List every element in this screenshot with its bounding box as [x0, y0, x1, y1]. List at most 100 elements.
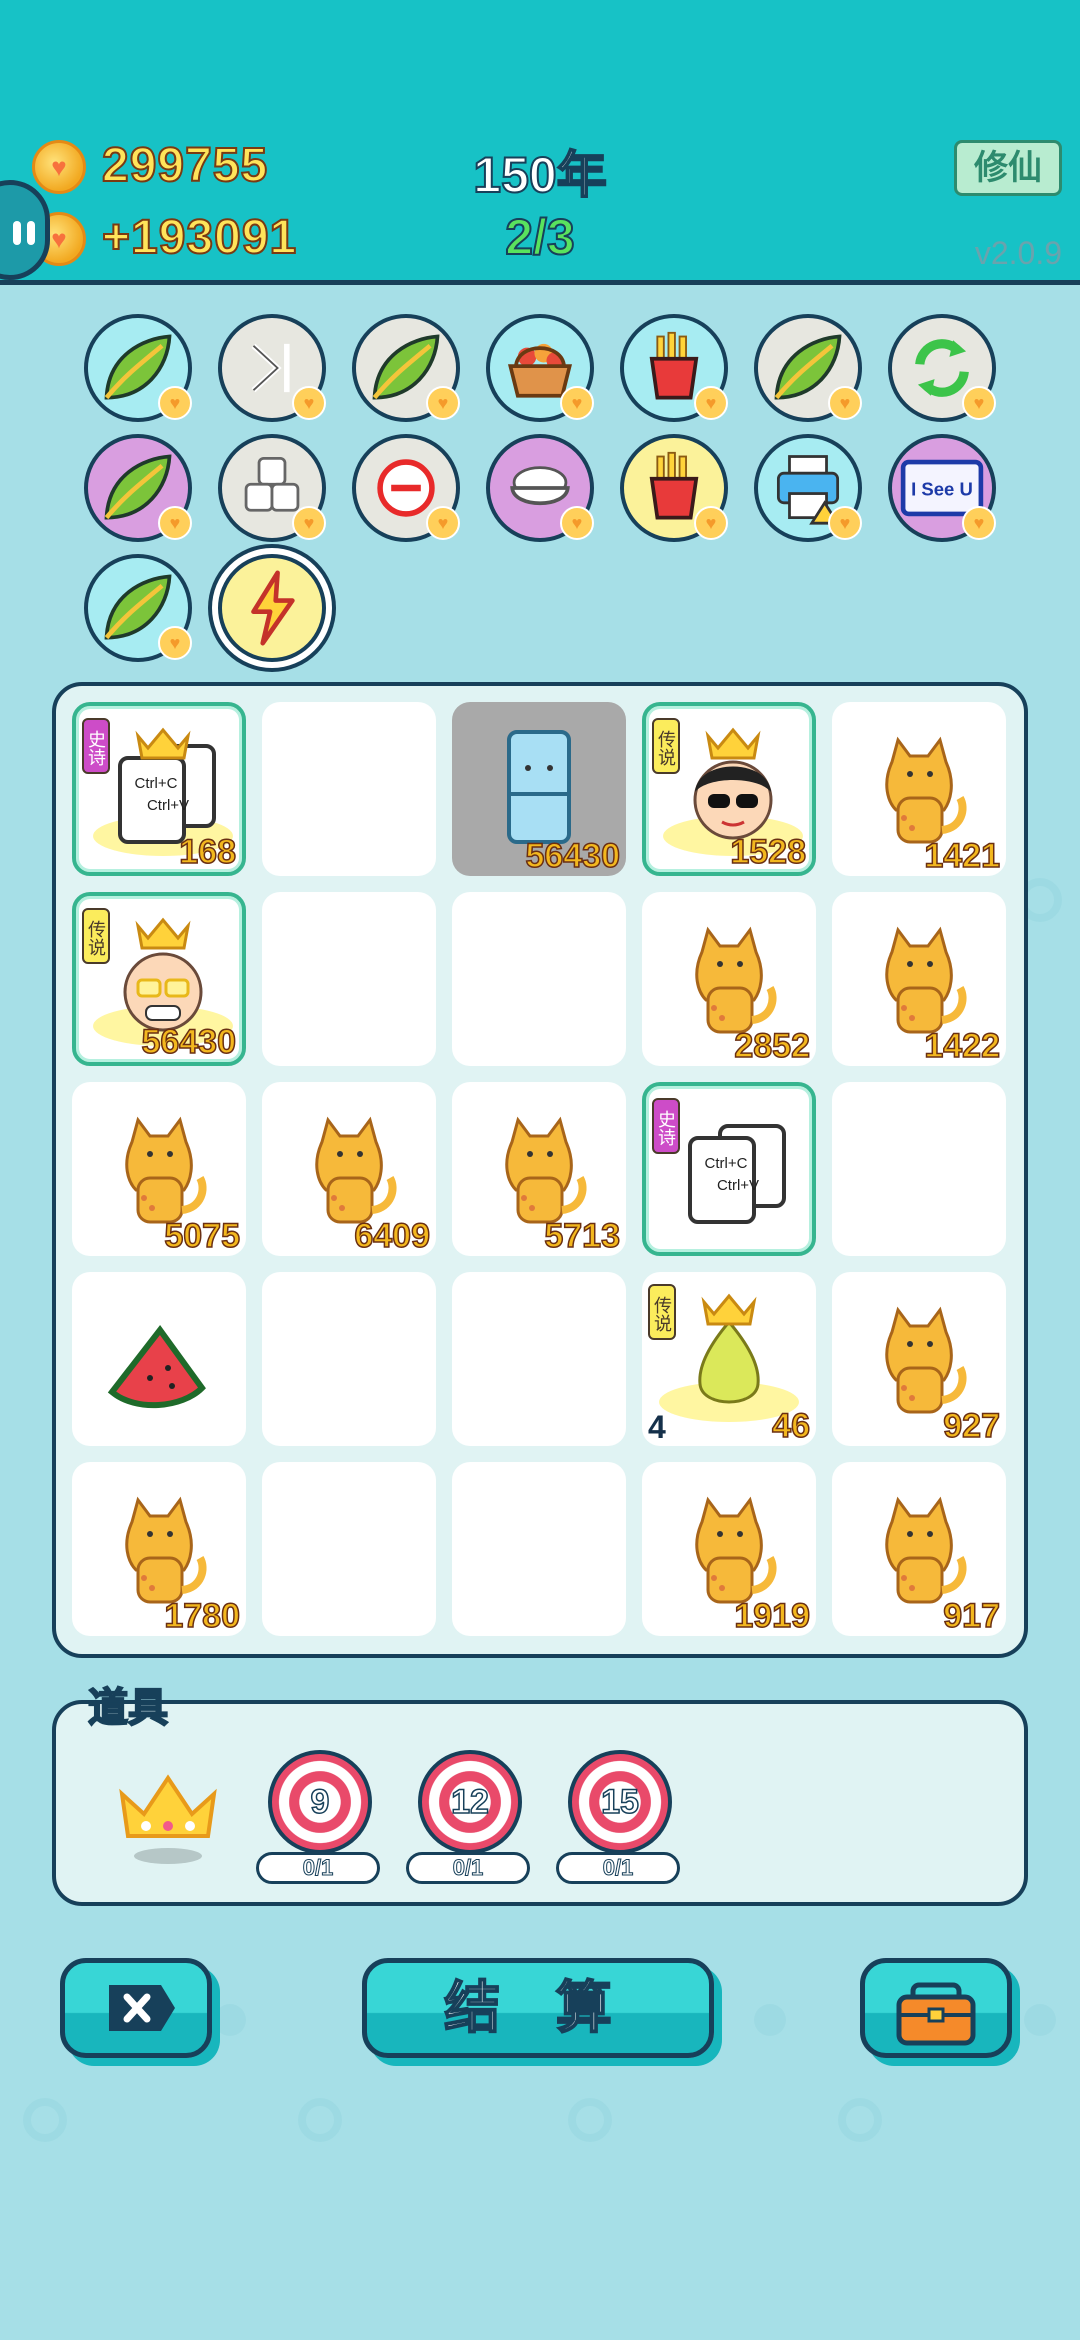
target-icon[interactable]: 9: [268, 1750, 372, 1854]
board-cell-cat[interactable]: 1422: [832, 892, 1006, 1066]
relic-rice-bowl-icon[interactable]: ♥: [486, 434, 594, 542]
heart-badge-icon: ♥: [292, 506, 326, 540]
heart-badge-icon: ♥: [828, 506, 862, 540]
cultivate-button[interactable]: 修仙: [954, 140, 1062, 196]
relic-lightning-icon[interactable]: [218, 554, 326, 662]
board-cell-pear[interactable]: 传说 46 4: [642, 1272, 816, 1446]
board-cell-cat[interactable]: 6409: [262, 1082, 436, 1256]
board-cell-cat[interactable]: 1421: [832, 702, 1006, 876]
board-cell-cat[interactable]: 5075: [72, 1082, 246, 1256]
relic-cubes-icon[interactable]: ♥: [218, 434, 326, 542]
heart-badge-icon: ♥: [828, 386, 862, 420]
cell-value: 927: [943, 1406, 1001, 1446]
cell-value: 56430: [141, 1022, 237, 1062]
close-icon: [109, 1985, 175, 2031]
version-label: v2.0.9: [974, 235, 1062, 271]
cell-value: 46: [771, 1406, 810, 1446]
relic-fries-icon[interactable]: ♥: [620, 314, 728, 422]
board-cell-old-man[interactable]: 传说 56430: [72, 892, 246, 1066]
cell-value: 5713: [544, 1216, 621, 1256]
svg-text:Ctrl+V: Ctrl+V: [147, 797, 189, 814]
relic-leaf-icon[interactable]: ♥: [754, 314, 862, 422]
board-cell-cat[interactable]: 1919: [642, 1462, 816, 1636]
board-cell-cat[interactable]: 1780: [72, 1462, 246, 1636]
cell-value: 917: [943, 1596, 1001, 1636]
target-value: 9: [310, 1782, 330, 1822]
board-cell-empty[interactable]: [452, 1462, 626, 1636]
top-bar: ♥ 299755 ♥ +193091 150年 2/3 修仙 v2.0.9: [0, 0, 1080, 285]
cell-value: 2852: [734, 1026, 811, 1066]
relic-leaf-icon[interactable]: ♥: [84, 434, 192, 542]
briefcase-icon: [896, 1982, 976, 2046]
crown-icon[interactable]: [116, 1764, 226, 1864]
cell-value: 1528: [730, 832, 807, 872]
coin-gain: +193091: [101, 210, 298, 265]
game-board: Ctrl+C Ctrl+V 史诗 168 56430 传说 1528 1421 传说 56430 2…: [52, 682, 1028, 1658]
board-cell-empty[interactable]: [452, 1272, 626, 1446]
board-cell-cat[interactable]: 2852: [642, 892, 816, 1066]
board-cell-empty[interactable]: [262, 1272, 436, 1446]
board-cell-empty[interactable]: [262, 702, 436, 876]
heart-badge-icon: ♥: [694, 506, 728, 540]
heart-badge-icon: ♥: [962, 506, 996, 540]
relic-leaf-icon[interactable]: ♥: [84, 554, 192, 662]
round-counter: 2/3: [504, 208, 576, 266]
heart-badge-icon: ♥: [560, 506, 594, 540]
prop-count: 0/1: [256, 1852, 380, 1884]
heart-badge-icon: ♥: [962, 386, 996, 420]
svg-text:I See U: I See U: [911, 478, 973, 499]
cell-counter: 4: [648, 1409, 666, 1445]
board-cell-watermelon[interactable]: [72, 1272, 246, 1446]
target-value: 15: [600, 1782, 639, 1822]
props-panel: 9 0/1 12 0/1 15 0/1: [52, 1700, 1028, 1906]
rarity-tag: 史诗: [652, 1098, 680, 1154]
relic-fries-icon[interactable]: ♥: [620, 434, 728, 542]
cell-value: 168: [179, 832, 237, 872]
relic-leaf-icon[interactable]: ♥: [352, 314, 460, 422]
board-cell-copy-paste[interactable]: Ctrl+C Ctrl+V 史诗 168: [72, 702, 246, 876]
relic-i-see-u-icon[interactable]: I See U ♥: [888, 434, 996, 542]
prop-count: 0/1: [406, 1852, 530, 1884]
coin-icon: ♥: [32, 140, 86, 194]
board-cell-cat[interactable]: 927: [832, 1272, 1006, 1446]
target-icon[interactable]: 12: [418, 1750, 522, 1854]
target-icon[interactable]: 15: [568, 1750, 672, 1854]
quit-button[interactable]: [60, 1958, 212, 2058]
cell-value: 1422: [924, 1026, 1001, 1066]
board-cell-sunglasses-man[interactable]: 传说 1528: [642, 702, 816, 876]
settle-button-label: 结 算: [443, 1975, 632, 2040]
heart-badge-icon: ♥: [292, 386, 326, 420]
rarity-tag: 传说: [82, 908, 110, 964]
relic-fruit-basket-icon[interactable]: ♥: [486, 314, 594, 422]
cell-value: 1780: [164, 1596, 241, 1636]
board-cell-empty[interactable]: [452, 892, 626, 1066]
heart-badge-icon: ♥: [694, 386, 728, 420]
board-cell-empty[interactable]: [832, 1082, 1006, 1256]
board-cell-fridge[interactable]: 56430: [452, 702, 626, 876]
board-cell-cat[interactable]: 917: [832, 1462, 1006, 1636]
inventory-button[interactable]: [860, 1958, 1012, 2058]
heart-badge-icon: ♥: [426, 506, 460, 540]
cell-value: 56430: [525, 836, 621, 876]
heart-badge-icon: ♥: [158, 626, 192, 660]
board-cell-copy-paste[interactable]: Ctrl+C Ctrl+V 史诗: [642, 1082, 816, 1256]
board-cell-empty[interactable]: [262, 1462, 436, 1636]
board-cell-cat[interactable]: 5713: [452, 1082, 626, 1256]
heart-badge-icon: ♥: [560, 386, 594, 420]
relic-refresh-icon[interactable]: ♥: [888, 314, 996, 422]
cell-value: 5075: [164, 1216, 241, 1256]
relic-printer-icon[interactable]: ♥: [754, 434, 862, 542]
prop-count: 0/1: [556, 1852, 680, 1884]
settle-button[interactable]: 结 算: [362, 1958, 714, 2058]
board-cell-empty[interactable]: [262, 892, 436, 1066]
relic-minus-icon[interactable]: ♥: [352, 434, 460, 542]
relic-skip-icon[interactable]: ♥: [218, 314, 326, 422]
target-value: 12: [450, 1782, 489, 1822]
props-title: 道具: [87, 1685, 169, 1731]
cell-value: 1919: [734, 1596, 811, 1636]
cell-value: 1421: [924, 836, 1001, 876]
relic-leaf-icon[interactable]: ♥: [84, 314, 192, 422]
svg-text:Ctrl+C: Ctrl+C: [705, 1155, 748, 1172]
heart-badge-icon: ♥: [426, 386, 460, 420]
rarity-tag: 史诗: [82, 718, 110, 774]
